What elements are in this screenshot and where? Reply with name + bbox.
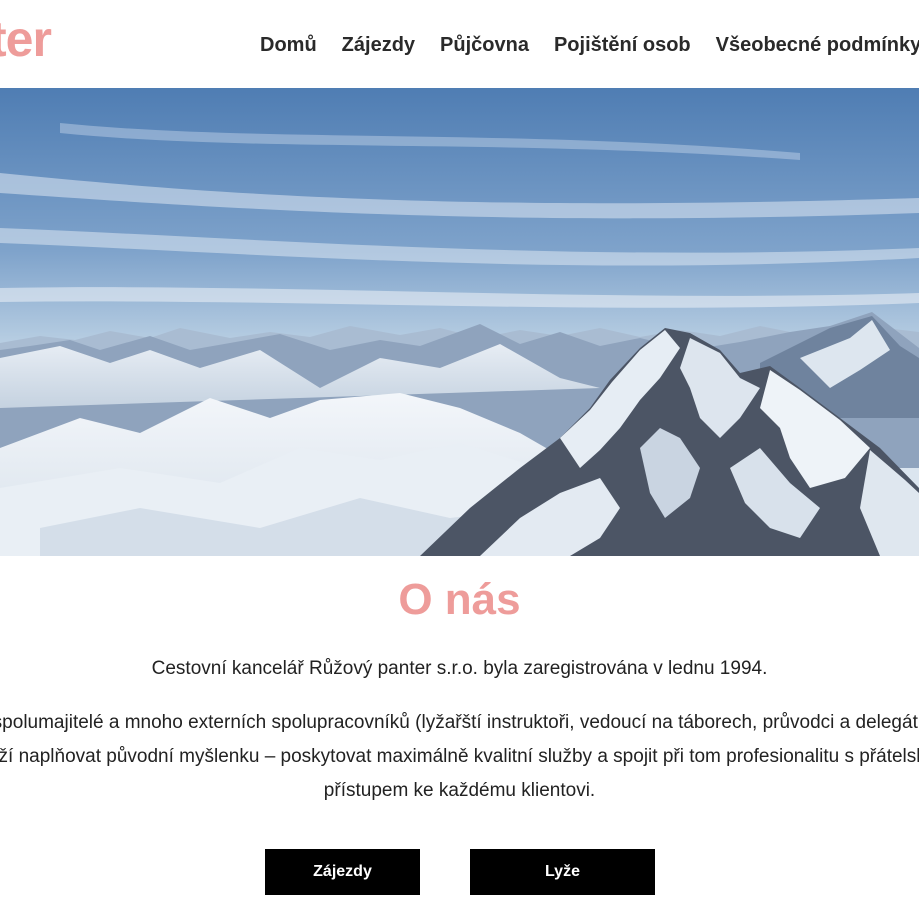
about-description-text: Tři spolumajitelé a mnoho externích spol… bbox=[0, 712, 919, 801]
about-title: O nás bbox=[398, 575, 521, 624]
mountain-illustration bbox=[0, 88, 919, 556]
nav-item-home[interactable]: Domů bbox=[260, 34, 317, 56]
nav-item-rental[interactable]: Půjčovna bbox=[440, 34, 529, 56]
nav-item-insurance[interactable]: Pojištění osob bbox=[554, 34, 691, 56]
nav-item-terms[interactable]: Všeobecné podmínky bbox=[716, 34, 919, 56]
site-logo[interactable]: ter bbox=[0, 14, 52, 64]
main-nav: Domů Zájezdy Půjčovna Pojištění osob Vše… bbox=[260, 34, 919, 56]
ski-button[interactable]: Lyže bbox=[470, 849, 655, 895]
site-header: ter Domů Zájezdy Půjčovna Pojištění osob… bbox=[0, 0, 919, 88]
trips-button[interactable]: Zájezdy bbox=[265, 849, 420, 895]
about-intro-text: Cestovní kancelář Růžový panter s.r.o. b… bbox=[151, 658, 768, 679]
nav-item-trips[interactable]: Zájezdy bbox=[342, 34, 415, 56]
hero-mountain-image bbox=[0, 88, 919, 556]
